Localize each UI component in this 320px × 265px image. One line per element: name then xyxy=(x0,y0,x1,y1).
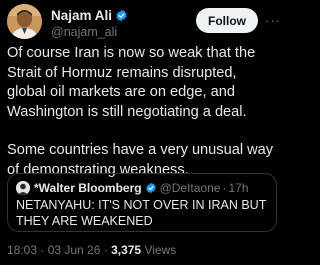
quoted-separator: · xyxy=(222,181,227,195)
tweet-text-line: global oil markets are on edge, and xyxy=(7,84,235,100)
avatar[interactable] xyxy=(7,4,42,39)
quoted-display-name[interactable]: *Walter Bloomberg xyxy=(34,181,142,195)
quoted-verified-badge-icon xyxy=(145,182,157,194)
avatar-image xyxy=(7,4,42,39)
quoted-text-line: THEY ARE WEAKENED xyxy=(16,213,153,228)
tweet-card: Najam Ali @najam_ali Follow ··· Of cours… xyxy=(0,0,283,265)
tweet-text-line: Of course Iran is now so weak that the xyxy=(7,45,256,61)
more-options-icon[interactable]: ··· xyxy=(265,13,281,27)
tweet-timestamp[interactable]: 18:03 · 03 Jun 26 · xyxy=(7,243,108,257)
quoted-text-line: NETANYAHU: IT'S NOT OVER IN IRAN BUT xyxy=(16,198,267,212)
quoted-timestamp[interactable]: 17h xyxy=(228,181,248,195)
quoted-avatar xyxy=(16,181,30,195)
tweet-text-line: Washington is still negotiating a deal. xyxy=(7,103,247,120)
tweet-header: Najam Ali @najam_ali Follow ··· xyxy=(7,4,280,42)
views-label: Views xyxy=(144,243,177,257)
tweet-text-line: Strait of Hormuz remains disrupted, xyxy=(7,64,237,81)
tweet-text-line: Some countries have a very unusual way xyxy=(7,142,274,158)
quoted-tweet[interactable]: *Walter Bloomberg @DeItaone · 17h NETANY… xyxy=(7,173,277,232)
quoted-tweet-text: NETANYAHU: IT'S NOT OVER IN IRAN BUT THE… xyxy=(16,198,271,229)
verified-badge-icon xyxy=(115,9,128,22)
views-count: 3,375 xyxy=(111,243,142,257)
quoted-handle[interactable]: @DeItaone xyxy=(160,181,221,195)
quoted-tweet-header: *Walter Bloomberg @DeItaone · 17h xyxy=(16,180,249,196)
author-handle[interactable]: @najam_ali xyxy=(51,25,128,39)
author-name-row: Najam Ali xyxy=(51,7,128,24)
follow-button[interactable]: Follow xyxy=(196,8,258,33)
tweet-text: Of course Iran is now so weak that the S… xyxy=(7,44,279,180)
author-display-name[interactable]: Najam Ali xyxy=(51,8,112,23)
tweet-meta: 18:03 · 03 Jun 26 · 3,375 Views xyxy=(7,243,176,259)
author-names: Najam Ali @najam_ali xyxy=(51,7,128,39)
